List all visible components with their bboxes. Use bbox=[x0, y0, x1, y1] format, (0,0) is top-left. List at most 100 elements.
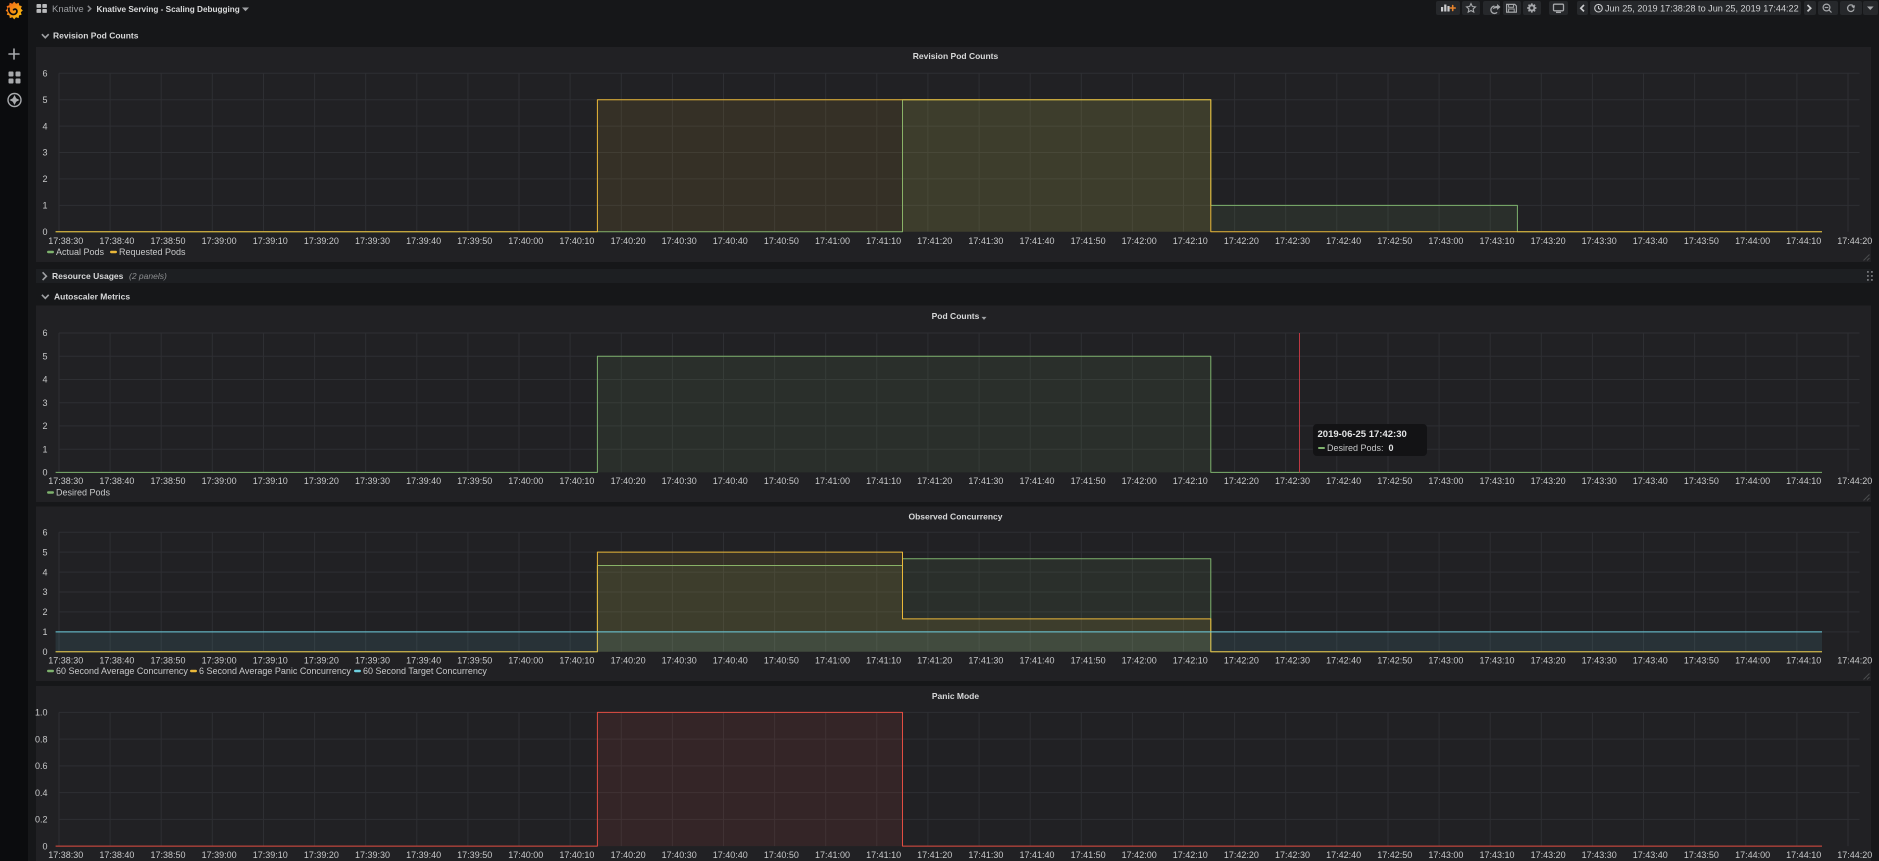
svg-text:17:42:40: 17:42:40 bbox=[1326, 236, 1361, 246]
svg-text:17:42:00: 17:42:00 bbox=[1122, 236, 1157, 246]
svg-text:17:43:30: 17:43:30 bbox=[1582, 476, 1617, 486]
svg-text:17:43:00: 17:43:00 bbox=[1428, 476, 1463, 486]
svg-text:17:42:20: 17:42:20 bbox=[1224, 476, 1259, 486]
svg-text:17:42:50: 17:42:50 bbox=[1377, 656, 1412, 666]
svg-text:17:38:40: 17:38:40 bbox=[99, 850, 134, 860]
svg-text:17:42:40: 17:42:40 bbox=[1326, 656, 1361, 666]
svg-text:17:40:00: 17:40:00 bbox=[508, 850, 543, 860]
svg-text:17:44:00: 17:44:00 bbox=[1735, 476, 1770, 486]
svg-text:Jun 25, 2019 17:38:28 to Jun 2: Jun 25, 2019 17:38:28 to Jun 25, 2019 17… bbox=[1605, 4, 1799, 14]
svg-text:17:41:40: 17:41:40 bbox=[1019, 656, 1054, 666]
svg-text:17:44:00: 17:44:00 bbox=[1735, 236, 1770, 246]
svg-text:17:38:30: 17:38:30 bbox=[48, 236, 83, 246]
svg-text:Desired Pods: Desired Pods bbox=[56, 488, 111, 498]
svg-text:5: 5 bbox=[42, 547, 47, 557]
svg-text:17:39:50: 17:39:50 bbox=[457, 476, 492, 486]
svg-text:1: 1 bbox=[42, 627, 47, 637]
svg-text:17:43:50: 17:43:50 bbox=[1684, 850, 1719, 860]
svg-text:Pod Counts: Pod Counts bbox=[932, 311, 980, 321]
svg-text:17:39:30: 17:39:30 bbox=[355, 476, 390, 486]
svg-text:5: 5 bbox=[42, 95, 47, 105]
svg-text:17:38:30: 17:38:30 bbox=[48, 850, 83, 860]
svg-text:17:43:00: 17:43:00 bbox=[1428, 656, 1463, 666]
svg-text:17:40:30: 17:40:30 bbox=[662, 850, 697, 860]
svg-text:17:39:10: 17:39:10 bbox=[253, 850, 288, 860]
svg-text:Resource Usages: Resource Usages bbox=[52, 271, 124, 281]
svg-text:1: 1 bbox=[42, 201, 47, 211]
svg-text:60 Second Average Concurrency: 60 Second Average Concurrency bbox=[56, 666, 188, 676]
svg-text:17:42:20: 17:42:20 bbox=[1224, 236, 1259, 246]
svg-text:17:44:20: 17:44:20 bbox=[1837, 850, 1872, 860]
svg-text:17:40:00: 17:40:00 bbox=[508, 476, 543, 486]
svg-text:17:43:30: 17:43:30 bbox=[1582, 656, 1617, 666]
svg-text:17:38:30: 17:38:30 bbox=[48, 656, 83, 666]
svg-text:17:39:30: 17:39:30 bbox=[355, 850, 390, 860]
svg-text:17:39:10: 17:39:10 bbox=[253, 476, 288, 486]
svg-text:17:42:50: 17:42:50 bbox=[1377, 236, 1412, 246]
svg-text:17:41:40: 17:41:40 bbox=[1019, 476, 1054, 486]
svg-text:17:39:50: 17:39:50 bbox=[457, 236, 492, 246]
svg-text:17:40:50: 17:40:50 bbox=[764, 656, 799, 666]
svg-text:17:42:00: 17:42:00 bbox=[1122, 850, 1157, 860]
svg-text:17:44:10: 17:44:10 bbox=[1786, 656, 1821, 666]
svg-text:17:38:50: 17:38:50 bbox=[150, 236, 185, 246]
svg-text:2: 2 bbox=[42, 174, 47, 184]
svg-text:17:40:30: 17:40:30 bbox=[662, 656, 697, 666]
svg-text:17:42:30: 17:42:30 bbox=[1275, 850, 1310, 860]
svg-text:17:41:30: 17:41:30 bbox=[968, 476, 1003, 486]
svg-text:17:39:30: 17:39:30 bbox=[355, 656, 390, 666]
svg-text:17:40:30: 17:40:30 bbox=[662, 476, 697, 486]
svg-text:17:41:10: 17:41:10 bbox=[866, 850, 901, 860]
svg-text:0: 0 bbox=[42, 227, 47, 237]
svg-text:17:41:30: 17:41:30 bbox=[968, 656, 1003, 666]
svg-text:17:39:10: 17:39:10 bbox=[253, 656, 288, 666]
svg-text:17:38:50: 17:38:50 bbox=[150, 850, 185, 860]
svg-text:17:40:40: 17:40:40 bbox=[713, 476, 748, 486]
svg-text:17:41:00: 17:41:00 bbox=[815, 476, 850, 486]
svg-text:17:41:10: 17:41:10 bbox=[866, 236, 901, 246]
svg-text:Revision Pod Counts: Revision Pod Counts bbox=[913, 51, 999, 61]
svg-text:17:42:20: 17:42:20 bbox=[1224, 656, 1259, 666]
svg-text:4: 4 bbox=[42, 375, 47, 385]
svg-text:17:41:50: 17:41:50 bbox=[1071, 236, 1106, 246]
svg-text:0: 0 bbox=[42, 841, 47, 851]
svg-text:17:43:20: 17:43:20 bbox=[1531, 850, 1566, 860]
svg-text:17:41:00: 17:41:00 bbox=[815, 236, 850, 246]
svg-text:17:38:30: 17:38:30 bbox=[48, 476, 83, 486]
svg-text:Actual Pods: Actual Pods bbox=[56, 247, 105, 257]
svg-text:17:41:10: 17:41:10 bbox=[866, 656, 901, 666]
svg-text:17:44:00: 17:44:00 bbox=[1735, 850, 1770, 860]
svg-text:17:43:50: 17:43:50 bbox=[1684, 476, 1719, 486]
svg-text:17:44:10: 17:44:10 bbox=[1786, 476, 1821, 486]
svg-text:17:41:50: 17:41:50 bbox=[1071, 476, 1106, 486]
svg-text:17:43:00: 17:43:00 bbox=[1428, 850, 1463, 860]
svg-text:Panic Mode: Panic Mode bbox=[932, 691, 980, 701]
svg-text:0.8: 0.8 bbox=[35, 734, 48, 744]
svg-text:17:42:50: 17:42:50 bbox=[1377, 850, 1412, 860]
svg-text:17:39:50: 17:39:50 bbox=[457, 656, 492, 666]
svg-text:17:43:00: 17:43:00 bbox=[1428, 236, 1463, 246]
svg-text:0.6: 0.6 bbox=[35, 761, 48, 771]
svg-text:17:42:40: 17:42:40 bbox=[1326, 476, 1361, 486]
svg-text:17:38:50: 17:38:50 bbox=[150, 476, 185, 486]
svg-text:17:42:40: 17:42:40 bbox=[1326, 850, 1361, 860]
svg-text:17:43:50: 17:43:50 bbox=[1684, 656, 1719, 666]
svg-text:17:41:20: 17:41:20 bbox=[917, 476, 952, 486]
svg-text:17:41:10: 17:41:10 bbox=[866, 476, 901, 486]
svg-text:17:40:50: 17:40:50 bbox=[764, 850, 799, 860]
svg-text:17:38:40: 17:38:40 bbox=[99, 476, 134, 486]
svg-text:17:43:40: 17:43:40 bbox=[1633, 476, 1668, 486]
svg-text:Revision Pod Counts: Revision Pod Counts bbox=[53, 31, 139, 41]
svg-text:17:41:50: 17:41:50 bbox=[1071, 850, 1106, 860]
svg-text:17:42:00: 17:42:00 bbox=[1122, 656, 1157, 666]
svg-text:3: 3 bbox=[42, 398, 47, 408]
svg-text:17:38:40: 17:38:40 bbox=[99, 656, 134, 666]
svg-text:17:42:50: 17:42:50 bbox=[1377, 476, 1412, 486]
svg-text:17:43:30: 17:43:30 bbox=[1582, 850, 1617, 860]
svg-text:4: 4 bbox=[42, 567, 47, 577]
svg-text:17:43:10: 17:43:10 bbox=[1479, 476, 1514, 486]
svg-text:17:41:20: 17:41:20 bbox=[917, 236, 952, 246]
svg-text:17:43:10: 17:43:10 bbox=[1479, 236, 1514, 246]
svg-text:17:40:20: 17:40:20 bbox=[611, 476, 646, 486]
svg-text:17:40:50: 17:40:50 bbox=[764, 476, 799, 486]
